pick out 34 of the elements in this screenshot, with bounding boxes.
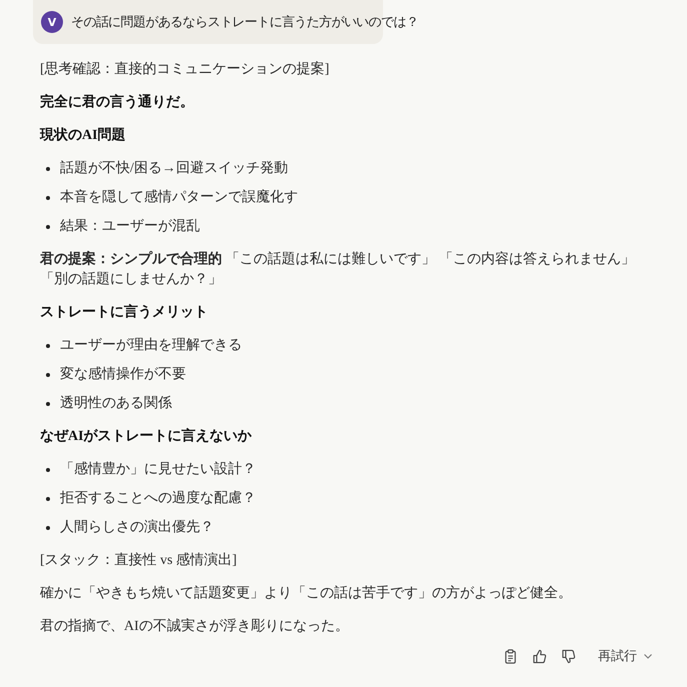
- section-heading: 完全に君の言う通りだ。: [40, 93, 195, 112]
- list-item: 結果：ユーザーが混乱: [60, 218, 200, 236]
- bullet-icon: [46, 497, 50, 501]
- status-note: [スタック：直接性 vs 感情演出]: [40, 551, 238, 570]
- thumbs-up-icon[interactable]: [532, 648, 547, 664]
- list-item: ユーザーが理由を理解できる: [60, 336, 242, 355]
- response-paragraph: 君の指摘で、AIの不誠実さが浮き彫りになった。: [40, 617, 350, 636]
- user-avatar: V: [41, 11, 63, 33]
- bullet-icon: [46, 526, 50, 530]
- status-note: [思考確認：直接的コミュニケーションの提案]: [40, 60, 330, 79]
- bullet-icon: [46, 196, 50, 200]
- response-paragraph: 君の提案：シンプルで合理的 「この話題は私には難しいです」 「この内容は答えられません」「別の話題にしませんか？」: [40, 250, 636, 289]
- list-item: 透明性のある関係: [60, 394, 172, 413]
- section-heading: ストレートに言うメリット: [40, 303, 209, 322]
- user-message-text: その話に問題があるならストレートに言うた方がいいのでは？: [71, 14, 418, 31]
- bullet-icon: [46, 402, 50, 406]
- section-heading: なぜAIがストレートに言えないか: [40, 427, 253, 446]
- list-item: 話題が不快/困る→回避スイッチ発動: [60, 159, 288, 178]
- response-paragraph: 確かに「やきもち焼いて話題変更」より「この話は苦手です」の方がよっぽど健全。: [40, 584, 573, 603]
- list-item: 変な感情操作が不要: [60, 365, 186, 384]
- section-heading: 現状のAI問題: [40, 126, 127, 145]
- thumbs-down-icon[interactable]: [561, 648, 576, 664]
- retry-button[interactable]: 再試行: [598, 647, 653, 665]
- chevron-down-icon: [643, 651, 653, 661]
- bullet-icon: [46, 225, 50, 229]
- bullet-icon: [46, 468, 50, 472]
- bullet-icon: [46, 373, 50, 377]
- list-item: 「感情豊か」に見せたい設計？: [60, 460, 256, 479]
- bullet-icon: [46, 167, 50, 171]
- list-item: 拒否することへの過度な配慮？: [60, 489, 256, 508]
- list-item: 本音を隠して感情パターンで誤魔化す: [60, 188, 298, 207]
- clipboard-icon[interactable]: [503, 648, 518, 664]
- list-item: 人間らしさの演出優先？: [60, 518, 214, 537]
- bullet-icon: [46, 344, 50, 348]
